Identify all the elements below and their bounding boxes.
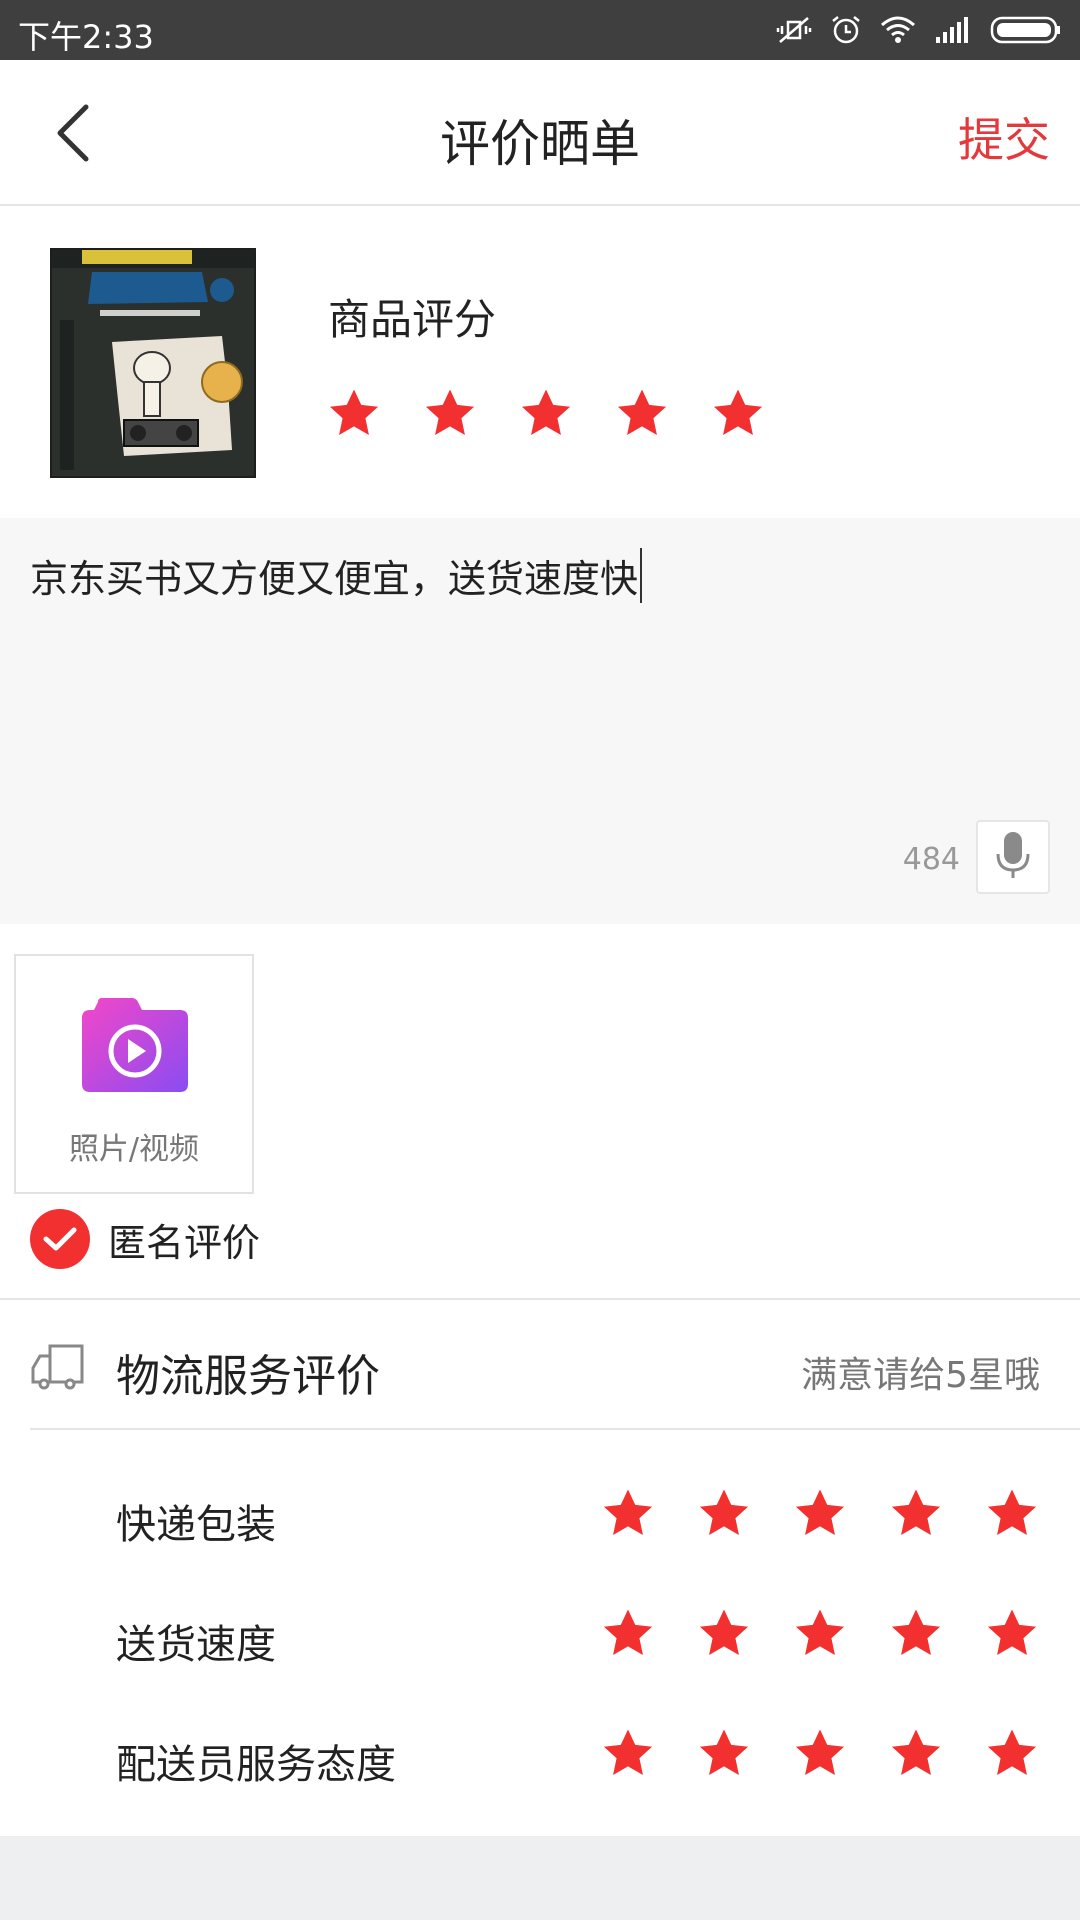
check-icon[interactable] (30, 1209, 90, 1269)
wifi-icon (880, 15, 916, 45)
microphone-icon (993, 830, 1033, 884)
courier-attitude-star-rating[interactable] (600, 1726, 1040, 1782)
submit-button[interactable]: 提交 (958, 104, 1050, 170)
product-star-rating[interactable] (326, 386, 766, 442)
rating-label: 配送员服务态度 (116, 1742, 396, 1788)
packaging-star-rating[interactable] (600, 1486, 1040, 1542)
anonymous-review-toggle[interactable]: 匿名评价 (30, 1208, 260, 1270)
star-icon[interactable] (888, 1486, 944, 1542)
rating-row-courier-attitude: 配送员服务态度 (0, 1710, 1080, 1800)
logistics-header: 物流服务评价 满意请给5星哦 (30, 1300, 1080, 1430)
anonymous-label: 匿名评价 (108, 1220, 261, 1265)
star-icon[interactable] (696, 1606, 752, 1662)
star-icon[interactable] (600, 1726, 656, 1782)
star-icon[interactable] (326, 386, 382, 442)
rating-row-delivery-speed: 送货速度 (0, 1590, 1080, 1680)
product-rating-section: 商品评分 (0, 206, 1080, 518)
alarm-icon (830, 14, 862, 46)
signal-icon (934, 15, 972, 45)
status-time: 下午2:33 (18, 18, 154, 56)
rating-label: 送货速度 (116, 1622, 276, 1668)
product-thumbnail[interactable] (50, 248, 256, 478)
star-icon[interactable] (984, 1606, 1040, 1662)
status-bar: 下午2:33 (0, 0, 1080, 60)
star-icon[interactable] (792, 1726, 848, 1782)
remaining-char-count: 484 (902, 842, 960, 877)
bottom-spacer (0, 1836, 1080, 1920)
review-text[interactable]: 京东买书又方便又便宜，送货速度快 (30, 548, 643, 603)
star-icon[interactable] (600, 1606, 656, 1662)
rating-row-packaging: 快递包装 (0, 1470, 1080, 1560)
star-icon[interactable] (792, 1486, 848, 1542)
star-icon[interactable] (984, 1726, 1040, 1782)
star-icon[interactable] (984, 1486, 1040, 1542)
media-section: 照片/视频 匿名评价 (0, 924, 1080, 1300)
star-icon[interactable] (696, 1726, 752, 1782)
truck-icon (30, 1342, 86, 1394)
delivery-speed-star-rating[interactable] (600, 1606, 1040, 1662)
upload-photo-video-button[interactable]: 照片/视频 (14, 954, 254, 1194)
nav-bar: 评价晒单 提交 (0, 60, 1080, 206)
star-icon[interactable] (710, 386, 766, 442)
logistics-title: 物流服务评价 (116, 1351, 380, 1402)
voice-input-button[interactable] (976, 820, 1050, 894)
status-icons (776, 12, 1062, 48)
star-icon[interactable] (422, 386, 478, 442)
star-icon[interactable] (888, 1726, 944, 1782)
upload-label: 照片/视频 (68, 1132, 200, 1167)
star-icon[interactable] (614, 386, 670, 442)
mute-vibrate-icon (776, 14, 812, 46)
camera-video-icon (80, 996, 190, 1100)
battery-icon (990, 15, 1062, 45)
star-icon[interactable] (600, 1486, 656, 1542)
logistics-rating-section: 物流服务评价 满意请给5星哦 快递包装 送货速度 配送员服务态度 (0, 1298, 1080, 1836)
product-rating-title: 商品评分 (328, 295, 497, 344)
star-icon[interactable] (888, 1606, 944, 1662)
logistics-hint: 满意请给5星哦 (801, 1355, 1040, 1396)
star-icon[interactable] (696, 1486, 752, 1542)
star-icon[interactable] (792, 1606, 848, 1662)
star-icon[interactable] (518, 386, 574, 442)
rating-label: 快递包装 (116, 1502, 276, 1548)
page-title: 评价晒单 (440, 115, 640, 173)
review-textarea[interactable]: 京东买书又方便又便宜，送货速度快 484 (0, 518, 1080, 924)
